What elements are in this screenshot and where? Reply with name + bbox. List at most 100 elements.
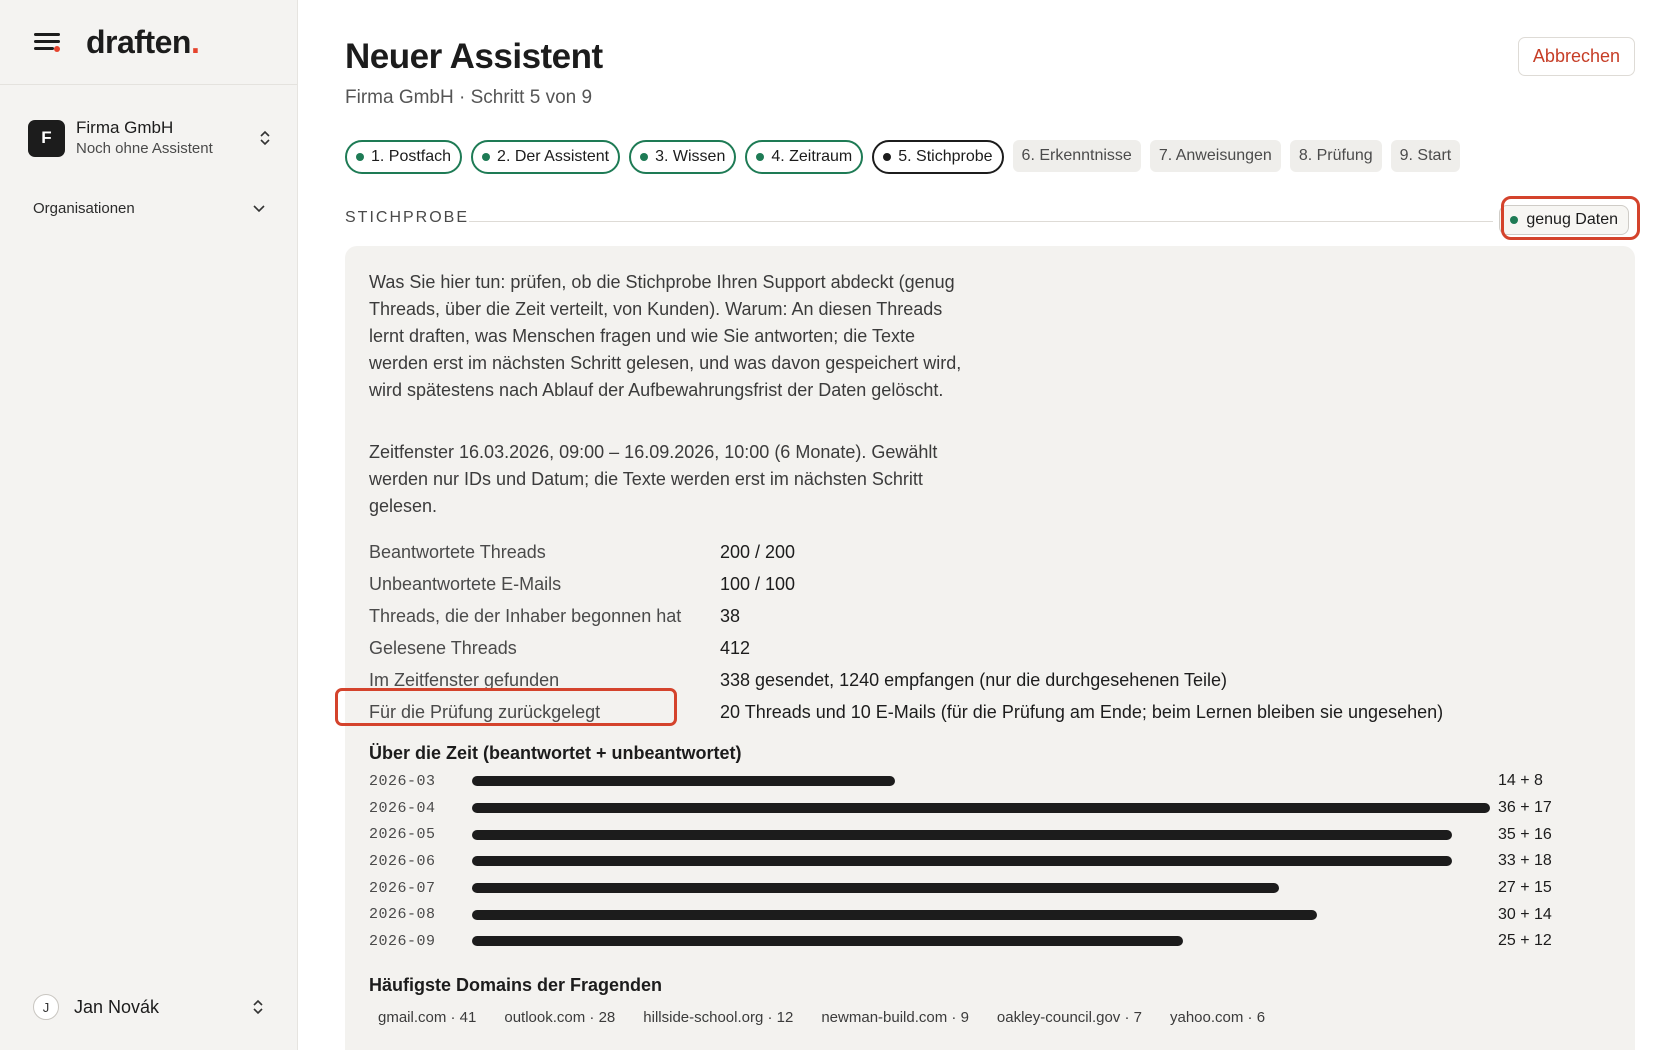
step-label: 1. Postfach bbox=[371, 148, 452, 165]
stat-label: Im Zeitfenster gefunden bbox=[369, 669, 560, 690]
step-label: 2. Der Assistent bbox=[497, 148, 610, 165]
domain-chip: hillside-school.org · 12 bbox=[643, 1009, 794, 1026]
step-9[interactable]: 9. Start bbox=[1390, 140, 1461, 172]
step-status-dot-icon bbox=[883, 153, 892, 161]
user-name: Jan Novák bbox=[74, 996, 160, 1017]
stat-row: Unbeantwortete E-Mails 100 / 100 bbox=[369, 568, 1443, 600]
timeline-chart: 2026-03 14 + 8 2026-04 36 + 17 2026-05 35 + 1… bbox=[369, 768, 1609, 955]
bar bbox=[472, 803, 1490, 814]
step-1[interactable]: 1. Postfach bbox=[345, 140, 463, 174]
bar-row: 2026-08 30 + 14 bbox=[369, 901, 1609, 928]
bar-value-label: 35 + 16 bbox=[1498, 825, 1552, 843]
bar-category-label: 2026-09 bbox=[369, 932, 436, 950]
section-label: STICHPROBE bbox=[345, 209, 470, 226]
domain-chip: outlook.com · 28 bbox=[504, 1009, 616, 1026]
step-6[interactable]: 6. Erkenntnisse bbox=[1012, 140, 1141, 172]
stat-row: Für die Prüfung zurückgelegt 20 Threads u… bbox=[369, 696, 1443, 728]
org-subtitle: Noch ohne Assistent bbox=[76, 140, 213, 157]
bar-row: 2026-04 36 + 17 bbox=[369, 795, 1609, 822]
cancel-button[interactable]: Abbrechen bbox=[1517, 37, 1635, 76]
bar-value-label: 14 + 8 bbox=[1498, 772, 1543, 790]
step-status-dot-icon bbox=[640, 153, 649, 161]
bar-category-label: 2026-06 bbox=[369, 852, 436, 870]
step-label: 6. Erkenntnisse bbox=[1021, 147, 1132, 164]
bar-row: 2026-09 25 + 12 bbox=[369, 928, 1609, 955]
section-header: STICHPROBE genug Daten bbox=[345, 196, 1640, 240]
time-window-info: Zeitfenster 16.03.2026, 09:00 – 16.09.20… bbox=[369, 442, 938, 516]
logo-row: draften. bbox=[0, 0, 297, 85]
bar-category-label: 2026-08 bbox=[369, 906, 436, 924]
organizations-label: Organisationen bbox=[33, 200, 135, 217]
bar-value-label: 30 + 14 bbox=[1498, 905, 1552, 923]
bar-value-label: 27 + 15 bbox=[1498, 879, 1552, 897]
bar-row: 2026-06 33 + 18 bbox=[369, 848, 1609, 875]
stat-row: Threads, die der Inhaber begonnen hat 38 bbox=[369, 600, 1443, 632]
bar-value-label: 36 + 17 bbox=[1498, 799, 1552, 817]
stat-label: Beantwortete Threads bbox=[369, 541, 546, 562]
step-5[interactable]: 5. Stichprobe bbox=[872, 140, 1004, 174]
stat-value: 100 / 100 bbox=[720, 573, 796, 594]
user-menu[interactable]: J Jan Novák bbox=[33, 994, 265, 1020]
status-dot-icon bbox=[1510, 216, 1519, 224]
bar bbox=[472, 829, 1452, 840]
page-title: Neuer Assistent bbox=[345, 37, 603, 76]
domains-title: Häufigste Domains der Fragenden bbox=[369, 975, 663, 995]
sample-panel: Was Sie hier tun: prüfen, ob die Stichpr… bbox=[335, 246, 1635, 1050]
step-8[interactable]: 8. Prüfung bbox=[1289, 140, 1382, 172]
bar bbox=[472, 856, 1452, 867]
step-3[interactable]: 3. Wissen bbox=[629, 140, 737, 174]
step-label: 7. Anweisungen bbox=[1158, 147, 1272, 164]
stat-label: Gelesene Threads bbox=[369, 637, 517, 658]
step-navigation: 1. Postfach 2. Der Assistent 3. Wissen 4. Z… bbox=[345, 140, 1461, 174]
domain-list: gmail.com · 41 outlook.com · 28 hillside-s… bbox=[369, 1005, 1274, 1030]
stat-row: Gelesene Threads 412 bbox=[369, 632, 1443, 664]
step-status-dot-icon bbox=[756, 153, 765, 161]
bar bbox=[472, 776, 895, 787]
stat-label: Unbeantwortete E-Mails bbox=[369, 573, 562, 594]
organizations-toggle[interactable]: Organisationen bbox=[33, 200, 265, 217]
bar-row: 2026-03 14 + 8 bbox=[369, 768, 1609, 795]
stat-label: Für die Prüfung zurückgelegt bbox=[369, 701, 601, 722]
step-label: 3. Wissen bbox=[655, 148, 726, 165]
domain-chip: yahoo.com · 6 bbox=[1169, 1009, 1266, 1026]
domain-chip: gmail.com · 41 bbox=[378, 1009, 477, 1026]
bar-row: 2026-07 27 + 15 bbox=[369, 875, 1609, 902]
bar bbox=[472, 883, 1279, 894]
bar-category-label: 2026-04 bbox=[369, 799, 436, 817]
logo[interactable]: draften. bbox=[86, 24, 200, 61]
status-badge: genug Daten bbox=[1499, 205, 1629, 235]
step-status-dot-icon bbox=[356, 153, 364, 161]
bar-category-label: 2026-07 bbox=[369, 879, 436, 897]
stat-value: 200 / 200 bbox=[720, 541, 796, 562]
stat-row: Beantwortete Threads 200 / 200 bbox=[369, 536, 1443, 568]
bar-category-label: 2026-03 bbox=[369, 772, 436, 790]
step-label: 5. Stichprobe bbox=[898, 148, 993, 165]
chevron-down-icon bbox=[253, 204, 265, 212]
bar-value-label: 33 + 18 bbox=[1498, 852, 1552, 870]
stat-row: Im Zeitfenster gefunden 338 gesendet, 124… bbox=[369, 664, 1443, 696]
domain-chip: oakley-council.gov · 7 bbox=[996, 1009, 1142, 1026]
stat-value: 20 Threads und 10 E-Mails (für die Prüfu… bbox=[720, 701, 1444, 722]
step-label: 4. Zeitraum bbox=[771, 148, 853, 165]
step-label: 9. Start bbox=[1399, 147, 1452, 164]
bar-category-label: 2026-05 bbox=[369, 826, 436, 844]
chart-title: Über die Zeit (beantwortet + unbeantwort… bbox=[369, 743, 742, 763]
org-switcher[interactable]: F Firma GmbH Noch ohne Assistent bbox=[28, 115, 272, 161]
step-2[interactable]: 2. Der Assistent bbox=[471, 140, 621, 174]
user-avatar: J bbox=[33, 994, 59, 1020]
bar bbox=[472, 909, 1317, 920]
stat-value: 38 bbox=[720, 605, 741, 626]
step-status-dot-icon bbox=[482, 153, 491, 161]
org-avatar: F bbox=[28, 119, 65, 157]
stats-table: Beantwortete Threads 200 / 200 Unbeantwort… bbox=[369, 536, 1443, 728]
menu-icon[interactable] bbox=[34, 31, 60, 53]
chevron-up-down-icon bbox=[251, 997, 265, 1017]
bar bbox=[472, 936, 1183, 947]
stat-value: 338 gesendet, 1240 empfangen (nur die du… bbox=[720, 669, 1228, 690]
step-4[interactable]: 4. Zeitraum bbox=[745, 140, 864, 174]
chevron-up-down-icon bbox=[258, 128, 272, 148]
step-label: 8. Prüfung bbox=[1298, 147, 1373, 164]
domain-chip: newman-build.com · 9 bbox=[821, 1009, 969, 1026]
step-7[interactable]: 7. Anweisungen bbox=[1149, 140, 1281, 172]
status-badge-label: genug Daten bbox=[1526, 211, 1618, 228]
